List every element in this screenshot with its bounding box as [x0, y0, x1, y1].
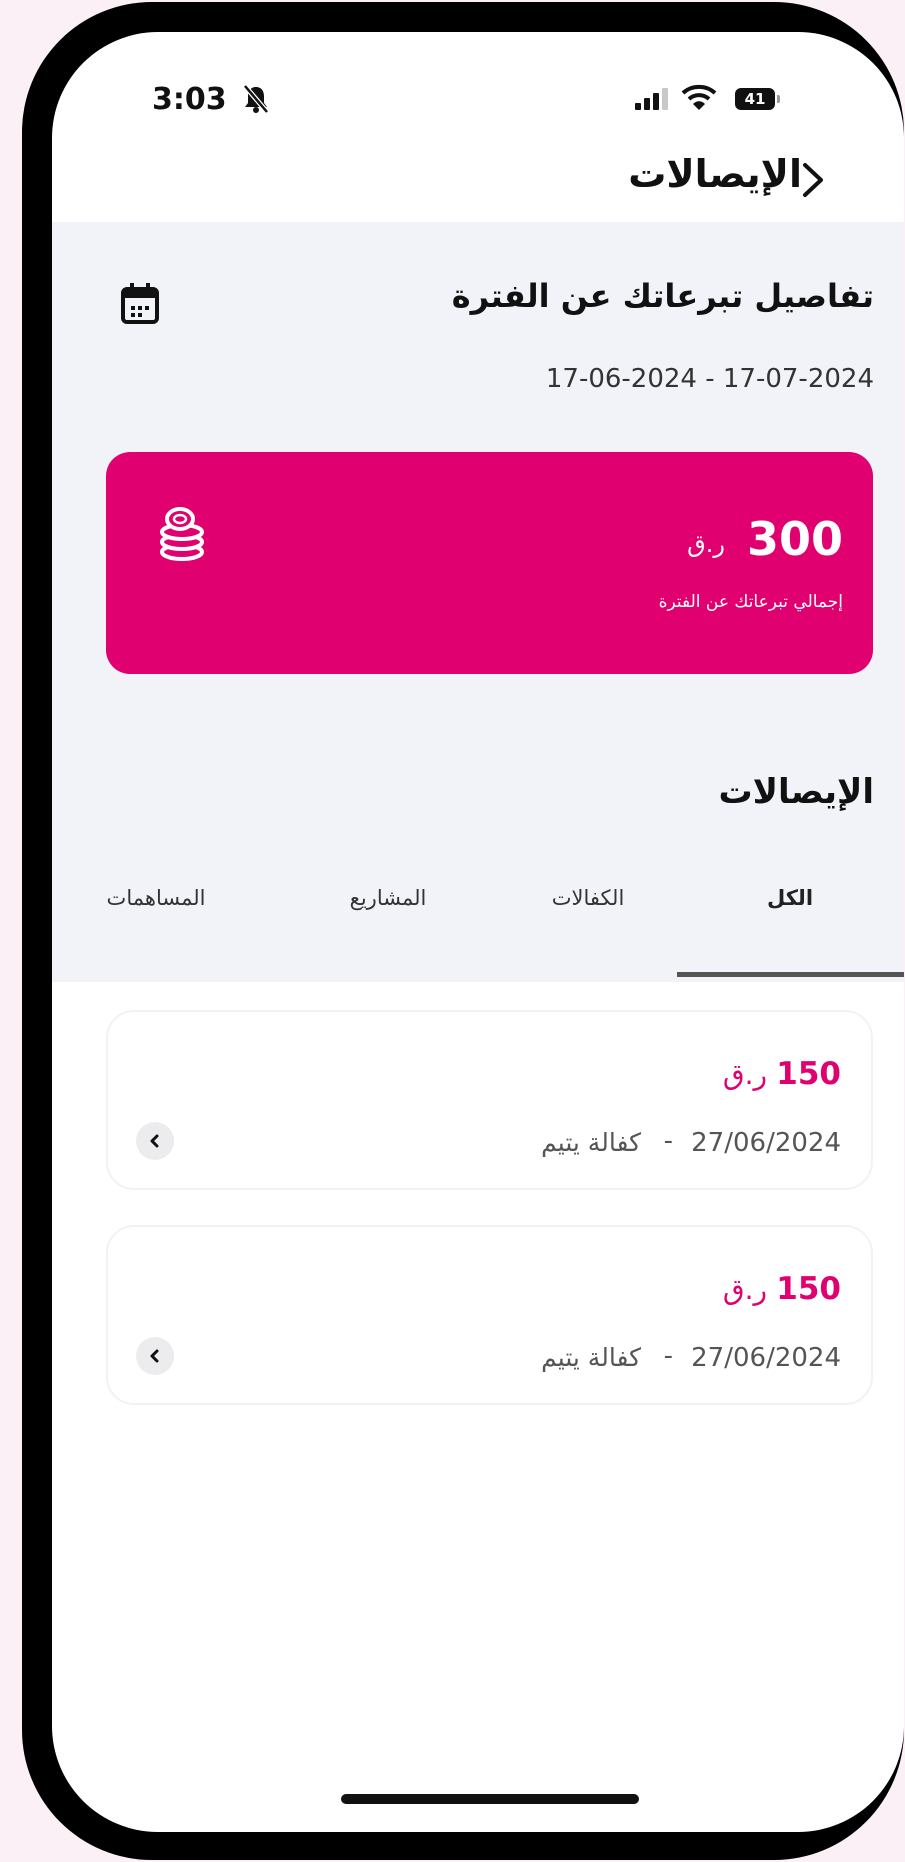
total-donations-card: 300 ر.ق إجمالي تبرعاتك عن الفترة — [106, 452, 873, 674]
receipt-date: 27/06/2024 — [691, 1128, 841, 1158]
receipt-open-button[interactable] — [136, 1337, 174, 1375]
chevron-left-icon — [150, 1349, 159, 1363]
receipt-currency: ر.ق — [722, 1058, 767, 1091]
receipt-amount: 150 — [776, 1056, 841, 1092]
receipt-type: كفالة يتيم — [541, 1343, 641, 1372]
receipt-separator: - — [663, 1126, 673, 1156]
home-indicator[interactable] — [341, 1794, 639, 1804]
receipt-open-button[interactable] — [136, 1122, 174, 1160]
date-range: 17-06-2024 - 17-07-2024 — [545, 364, 874, 394]
receipt-type: كفالة يتيم — [541, 1128, 641, 1157]
receipt-card[interactable]: 150 ر.ق 27/06/2024 - كفالة يتيم — [106, 1010, 873, 1190]
tab-sponsorships[interactable]: الكفالات — [552, 886, 625, 910]
wifi-icon — [681, 84, 717, 110]
tab-projects[interactable]: المشاريع — [350, 886, 427, 910]
receipt-amount: 150 — [776, 1271, 841, 1307]
active-tab-indicator — [677, 972, 904, 977]
total-currency: ر.ق — [687, 530, 725, 558]
chevron-left-icon — [150, 1134, 159, 1148]
receipt-separator: - — [663, 1341, 673, 1371]
receipt-card[interactable]: 150 ر.ق 27/06/2024 - كفالة يتيم — [106, 1225, 873, 1405]
status-time: 3:03 — [152, 82, 227, 117]
phone-frame: 3:03 41 الإيصالات تفاصيل تبرعاتك عن الفت… — [22, 2, 904, 1860]
period-title: تفاصيل تبرعاتك عن الفترة — [451, 277, 874, 315]
battery-indicator: 41 — [735, 88, 780, 110]
total-label: إجمالي تبرعاتك عن الفترة — [658, 592, 843, 612]
coins-icon — [160, 507, 204, 561]
tab-contributions[interactable]: المساهمات — [107, 886, 206, 910]
receipts-heading: الإيصالات — [718, 772, 875, 812]
tab-all[interactable]: الكل — [767, 886, 813, 910]
calendar-icon[interactable] — [120, 282, 160, 326]
bell-slash-icon — [243, 84, 269, 114]
receipt-date: 27/06/2024 — [691, 1343, 841, 1373]
back-chevron-icon[interactable] — [797, 157, 831, 203]
total-amount: 300 — [746, 512, 843, 566]
cellular-signal-icon — [635, 88, 668, 110]
app-screen: 3:03 41 الإيصالات تفاصيل تبرعاتك عن الفت… — [52, 32, 904, 1832]
page-title: الإيصالات — [628, 152, 802, 196]
receipt-currency: ر.ق — [722, 1273, 767, 1306]
